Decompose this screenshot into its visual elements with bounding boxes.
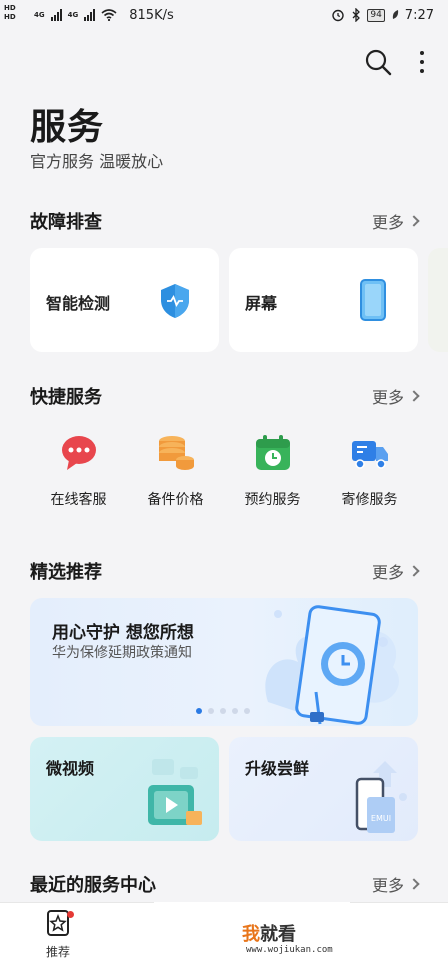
feature-card-upgrade-preview[interactable]: 升级尝鲜 EMUI [229,737,418,841]
section-nearby-header: 最近的服务中心 更多 [30,871,420,897]
section-troubleshoot-header: 故障排查 更多 [30,208,420,234]
section-title: 精选推荐 [30,562,102,583]
section-title: 故障排查 [30,212,102,233]
quick-service-mail-repair[interactable]: 寄修服务 [321,433,418,509]
wifi-icon [101,9,117,21]
quick-services: 在线客服 备件价格 预约服务 寄修服务 [30,433,418,509]
page-subtitle: 官方服务 温暖放心 [30,152,164,171]
network-type-1: 4G [34,11,45,19]
phone-warranty-illustration-icon [265,605,399,725]
quick-service-label: 预约服务 [244,492,301,508]
more-link[interactable]: 更多 [372,872,420,896]
more-link[interactable]: 更多 [372,209,420,233]
banner-title: 用心守护 想您所想 [52,623,194,643]
page-title: 服务 [30,107,105,148]
card-label: 智能检测 [46,294,111,313]
section-featured-header: 精选推荐 更多 [30,558,420,584]
chevron-right-icon [408,565,420,577]
troubleshoot-card-screen[interactable]: 屏幕 [229,248,418,352]
section-quick-header: 快捷服务 更多 [30,383,420,409]
chevron-right-icon [408,390,420,402]
video-icon [148,759,202,825]
phone-upgrade-icon: EMUI [355,761,407,833]
more-link[interactable]: 更多 [372,384,420,408]
network-type-2: 4G [67,11,79,19]
quick-service-parts-price[interactable]: 备件价格 [127,433,224,509]
shield-icon [161,284,189,318]
section-title: 快捷服务 [30,387,102,408]
feature-card-micro-video[interactable]: 微视频 [30,737,219,841]
feature-label: 微视频 [46,759,95,778]
banner-subtitle: 华为保修延期政策通知 [52,645,192,661]
quick-service-label: 在线客服 [50,492,107,508]
nav-item-recommend[interactable]: 推荐 [36,909,80,960]
quick-service-appointment[interactable]: 预约服务 [224,433,321,509]
coins-icon [158,436,194,470]
chevron-right-icon [408,878,420,890]
network-speed: 815K/s [129,7,174,23]
chat-bubble-icon [61,436,96,470]
card-label: 屏幕 [245,294,278,313]
bluetooth-icon [352,8,361,22]
signal-icon [50,9,62,21]
top-actions [364,48,424,76]
calendar-clock-icon [255,435,290,470]
chevron-right-icon [408,215,420,227]
search-icon[interactable] [364,48,392,76]
quick-service-label: 备件价格 [147,492,204,508]
troubleshoot-card-smart-check[interactable]: 智能检测 [30,248,219,352]
truck-icon [351,441,388,469]
nav-label: 推荐 [45,945,70,959]
clock: 7:27 [404,7,434,23]
section-title: 最近的服务中心 [30,875,156,896]
troubleshoot-card-partial[interactable] [428,248,448,352]
leaf-icon [392,10,398,19]
quick-service-online-support[interactable]: 在线客服 [30,433,127,509]
phone-icon [360,279,386,321]
feature-label: 升级尝鲜 [245,759,310,778]
emui-text: EMUI [371,814,391,823]
carousel-indicator[interactable] [196,708,250,714]
more-options-icon[interactable] [420,51,424,73]
status-bar: HD HD 4G 4G 815K/s 94 7:27 [0,0,448,30]
hd-indicator: HD HD [4,4,16,21]
battery-icon: 94 [367,8,385,22]
quick-service-label: 寄修服务 [341,492,398,508]
watermark-logo: 我就看 [242,924,296,945]
notification-dot [67,911,74,918]
more-link[interactable]: 更多 [372,559,420,583]
featured-banner[interactable]: 用心守护 想您所想 华为保修延期政策通知 [30,598,418,726]
watermark-url: www.wojiukan.com [246,945,333,955]
watermark: 我就看 www.wojiukan.com [154,902,350,970]
alarm-icon [332,9,345,22]
signal-icon [84,9,96,21]
